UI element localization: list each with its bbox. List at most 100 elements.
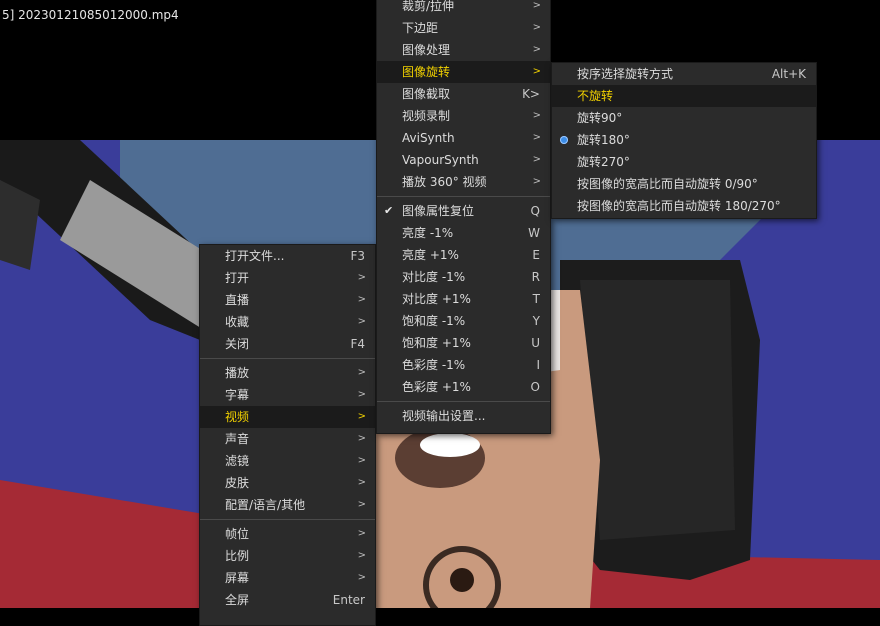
video-menu-item-label: 饱和度 +1% [402,336,471,350]
submenu-arrow-icon: > [357,499,366,510]
window-title: 5] 20230121085012000.mp4 [2,8,179,22]
video-menu-item[interactable]: 饱和度 -1% Y [377,310,550,332]
video-menu-item[interactable]: 对比度 -1% R [377,266,550,288]
main-menu-item[interactable]: 打开 > [200,267,375,289]
main-menu-item-label: 播放 [225,366,250,380]
video-menu-item[interactable]: 色彩度 +1% O [377,376,550,398]
main-menu-item-label: 全屏 [225,593,250,607]
main-menu-item-label: 字幕 [225,388,250,402]
shortcut-label: Alt+K [771,67,806,81]
main-menu-item-label: 比例 [225,549,250,563]
main-menu-item[interactable]: 视频 > [200,406,375,428]
video-menu-item[interactable]: 图像截取 K> [377,83,550,105]
menu-separator [200,358,375,359]
checkmark-icon: ✔ [384,204,394,217]
submenu-arrow-icon: > [532,132,541,143]
rotate-menu-item[interactable]: 按序选择旋转方式 Alt+K [552,63,816,85]
video-menu-item-label: 下边距 [402,21,439,35]
video-menu-item[interactable]: 对比度 +1% T [377,288,550,310]
rotate-menu-item[interactable]: 旋转270° [552,151,816,173]
submenu-arrow-icon: > [357,572,366,583]
video-menu-item[interactable]: VapourSynth > [377,149,550,171]
rotate-menu-item[interactable]: 按图像的宽高比而自动旋转 180/270° [552,195,816,217]
main-menu-item-label: 滤镜 [225,454,250,468]
shortcut-label: E [532,248,540,262]
shortcut-label: U [531,336,540,350]
submenu-arrow-icon: > [357,477,366,488]
video-menu-item[interactable]: 色彩度 -1% I [377,354,550,376]
context-menu-main: 打开文件... F3 打开 > 直播 > 收藏 > 关闭 F4 播放 > 字幕 > 视频 > 声音 > 滤镜 > 皮肤 >… [199,244,376,626]
main-menu-item[interactable]: 皮肤 > [200,472,375,494]
submenu-arrow-icon: > [357,455,366,466]
main-menu-item[interactable]: 关闭 F4 [200,333,375,355]
main-menu-item[interactable]: 打开文件... F3 [200,245,375,267]
video-menu-item[interactable]: 亮度 +1% E [377,244,550,266]
video-menu-item[interactable]: 裁剪/拉伸 > [377,0,550,17]
rotate-menu-item[interactable]: 旋转90° [552,107,816,129]
menu-separator [377,401,550,402]
submenu-arrow-icon: > [357,294,366,305]
shortcut-label: O [530,380,540,394]
main-menu-item-label: 打开文件... [225,249,285,263]
video-menu-item-label: 亮度 +1% [402,248,459,262]
video-menu-item-label: 视频录制 [402,109,451,123]
video-menu-item-label: 图像旋转 [402,65,451,79]
video-menu-item[interactable]: 图像处理 > [377,39,550,61]
submenu-arrow-icon: > [532,110,541,121]
rotate-menu-item-label: 旋转90° [577,111,623,125]
rotate-menu-item[interactable]: 不旋转 [552,85,816,107]
main-menu-item-label: 关闭 [225,337,250,351]
submenu-arrow-icon: > [357,550,366,561]
main-menu-item[interactable]: 声音 > [200,428,375,450]
main-menu-item[interactable]: 配置/语言/其他 > [200,494,375,516]
main-menu-item-label: 屏幕 [225,571,250,585]
shortcut-label: T [532,292,540,306]
rotate-menu-item-label: 按图像的宽高比而自动旋转 0/90° [577,177,758,191]
rotate-menu-item[interactable]: 按图像的宽高比而自动旋转 0/90° [552,173,816,195]
video-menu-item[interactable]: 视频录制 > [377,105,550,127]
video-menu-item-label: 裁剪/拉伸 [402,0,455,13]
main-menu-item-label: 配置/语言/其他 [225,498,306,512]
video-menu-item-label: 色彩度 +1% [402,380,471,394]
video-menu-item-label: 对比度 -1% [402,270,466,284]
video-menu-item-label: VapourSynth [402,153,479,167]
main-menu-item[interactable]: 比例 > [200,545,375,567]
submenu-arrow-icon: > [357,411,366,422]
main-menu-item[interactable]: 直播 > [200,289,375,311]
main-menu-item-label: 收藏 [225,315,250,329]
video-menu-item[interactable]: 图像旋转 > [377,61,550,83]
shortcut-label: R [531,270,540,284]
submenu-arrow-icon: > [532,0,541,11]
main-menu-item-label: 帧位 [225,527,250,541]
menu-separator [377,196,550,197]
video-menu-item[interactable]: 播放 360° 视频 > [377,171,550,193]
video-menu-item-label: 图像截取 [402,87,451,101]
video-menu-item[interactable]: ✔ 图像属性复位 Q [377,200,550,222]
shortcut-label: Q [530,204,540,218]
shortcut-label: K> [522,87,540,101]
shortcut-label: F3 [350,249,365,263]
rotate-menu-item-label: 旋转270° [577,155,630,169]
submenu-arrow-icon: > [532,66,541,77]
video-menu-item-label: 亮度 -1% [402,226,454,240]
main-menu-item-label: 声音 [225,432,250,446]
video-menu-item[interactable]: 视频输出设置... [377,405,550,427]
submenu-arrow-icon: > [532,176,541,187]
shortcut-label: F4 [350,337,365,351]
video-menu-item[interactable]: 饱和度 +1% U [377,332,550,354]
main-menu-item[interactable]: 屏幕 > [200,567,375,589]
main-menu-item[interactable]: 滤镜 > [200,450,375,472]
video-menu-item-label: 图像属性复位 [402,204,475,218]
video-menu-item-label: AviSynth [402,131,455,145]
rotate-menu-item[interactable]: 旋转180° [552,129,816,151]
main-menu-item[interactable]: 字幕 > [200,384,375,406]
video-menu-item[interactable]: 下边距 > [377,17,550,39]
main-menu-item[interactable]: 帧位 > [200,523,375,545]
video-menu-item[interactable]: AviSynth > [377,127,550,149]
video-menu-item[interactable]: 亮度 -1% W [377,222,550,244]
main-menu-item[interactable]: 收藏 > [200,311,375,333]
main-menu-item[interactable]: 播放 > [200,362,375,384]
radio-selected-icon [560,136,568,144]
submenu-arrow-icon: > [357,316,366,327]
shortcut-label: I [536,358,540,372]
